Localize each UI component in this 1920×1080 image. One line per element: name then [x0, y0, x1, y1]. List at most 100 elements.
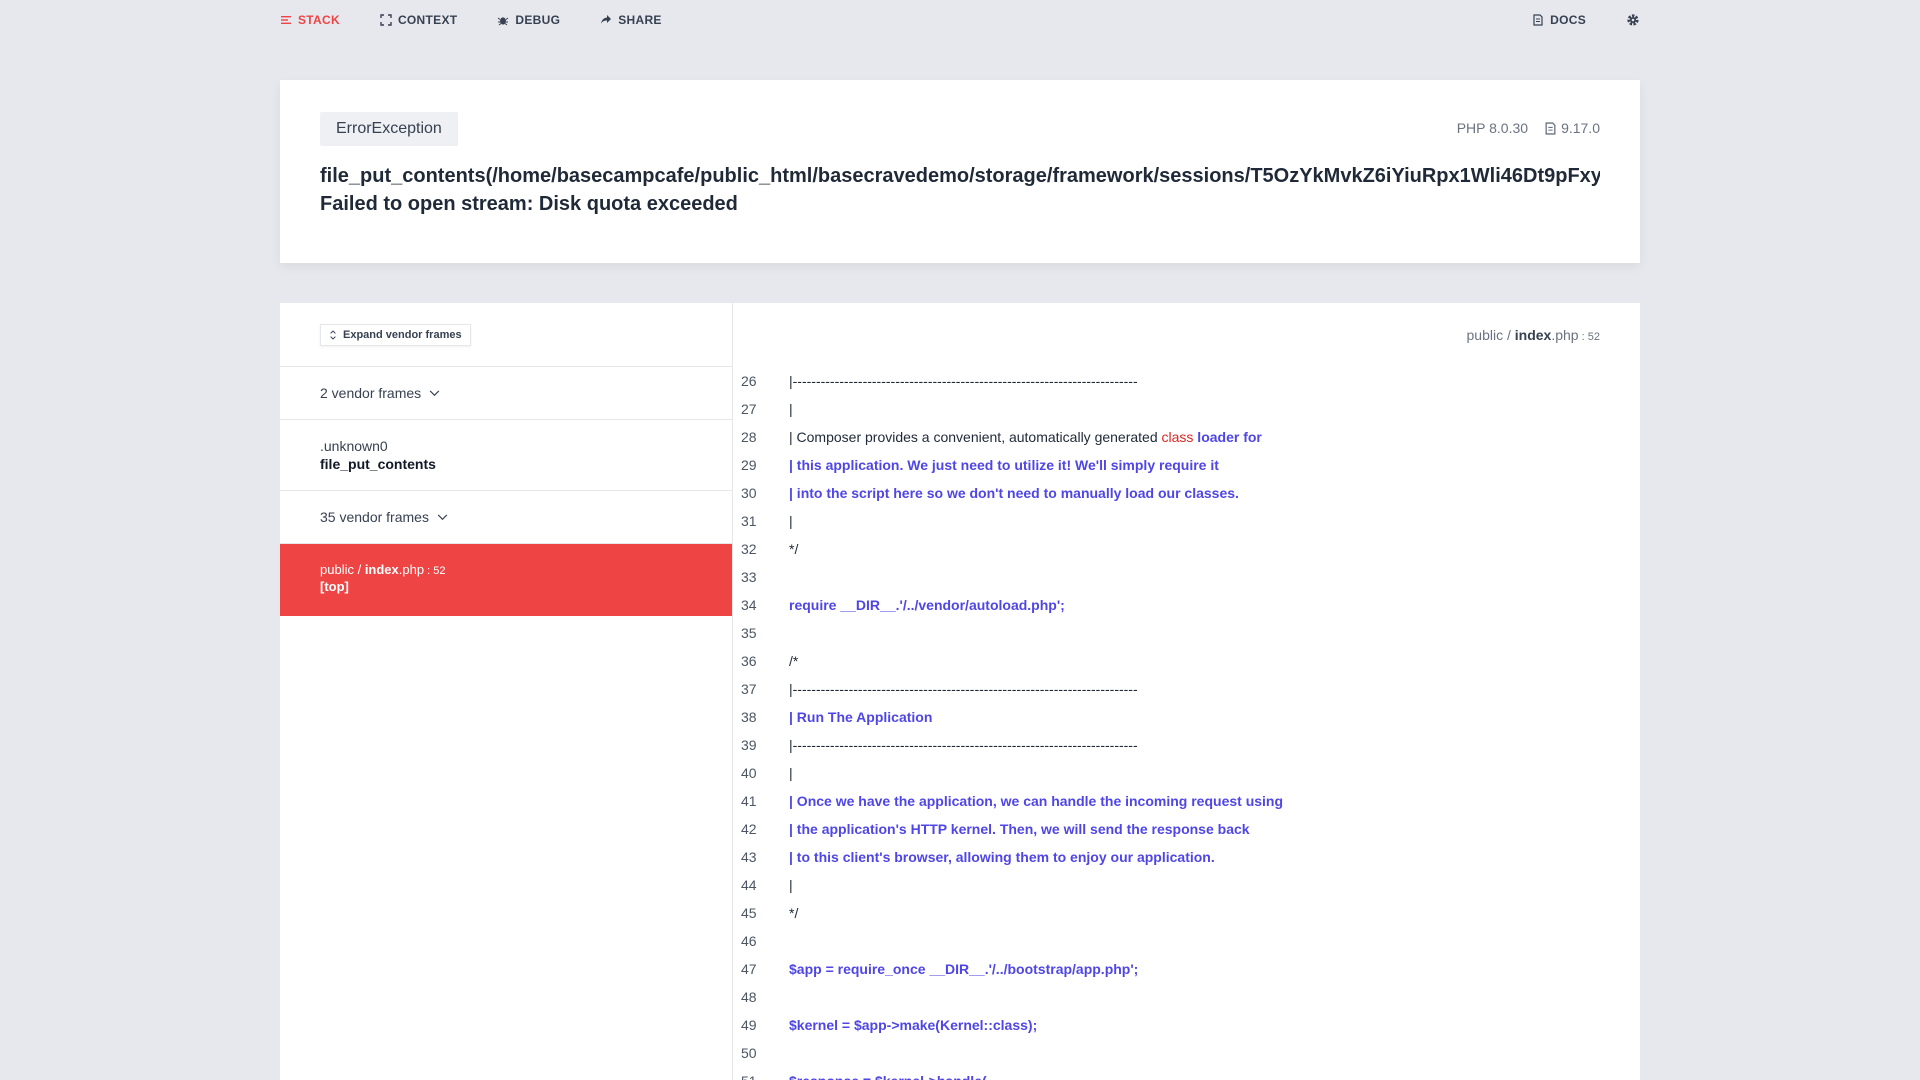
line-content: |---------------------------------------… [789, 373, 1138, 389]
line-content: $response = $kernel->handle( [789, 1073, 987, 1080]
bug-icon [498, 17, 509, 26]
code-line: 49 $kernel = $app->make(Kernel::class); [733, 1011, 1640, 1039]
nav-context-tab[interactable]: CONTEXT [380, 13, 457, 27]
line-content: /* [789, 653, 799, 669]
code-file-path[interactable]: public / index.php : 52 [1467, 327, 1600, 343]
line-content-tail: loader for [1193, 429, 1262, 445]
line-content: | [789, 513, 793, 529]
code-line: 32 */ [733, 535, 1640, 563]
code-line: 47 $app = require_once __DIR__.'/../boots… [733, 955, 1640, 983]
line-number: 42 [741, 821, 757, 837]
vendor-frames-group-1-label: 2 vendor frames [320, 385, 422, 401]
frame-class: .unknown0 [320, 438, 388, 454]
line-content: | Run The Application [789, 709, 933, 725]
vendor-frames-group-2-label: 35 vendor frames [320, 509, 429, 525]
expand-vendor-frames-button[interactable]: Expand vendor frames [320, 323, 471, 346]
line-content: |---------------------------------------… [789, 681, 1138, 697]
vendor-frames-group-1[interactable]: 2 vendor frames [280, 367, 732, 420]
line-number: 35 [741, 625, 757, 641]
settings-button[interactable] [1626, 13, 1640, 27]
share-icon [601, 15, 612, 24]
frames-toolbar: Expand vendor frames [280, 303, 732, 367]
line-content: | Once we have the application, we can h… [789, 793, 1284, 809]
code-line: 30 | into the script here so we don't nee… [733, 479, 1640, 507]
nav-stack-tab[interactable]: STACK [280, 13, 340, 27]
code-file-line: : 52 [1578, 331, 1600, 343]
code-line: 39 |-------------------------------------… [733, 731, 1640, 759]
nav-debug-tab[interactable]: DEBUG [497, 13, 560, 27]
line-content: | [789, 877, 793, 893]
version-info: PHP 8.0.30 9.17.0 [1457, 120, 1600, 136]
code-line: 48 [733, 983, 1640, 1011]
nav-docs-label: DOCS [1550, 13, 1586, 27]
code-line: 26 |-------------------------------------… [733, 367, 1640, 395]
code-line: 36 /* [733, 647, 1640, 675]
nav-docs-link[interactable]: DOCS [1532, 13, 1586, 27]
line-content: require __DIR__.'/../vendor/autoload.php… [789, 597, 1065, 613]
line-number: 37 [741, 681, 757, 697]
frame-function: file_put_contents [320, 456, 436, 472]
line-content: */ [789, 905, 799, 921]
line-number: 39 [741, 737, 757, 753]
error-message: file_put_contents(/home/basecampcafe/pub… [320, 162, 1600, 218]
error-summary-card: ErrorException PHP 8.0.30 9.17.0 file_pu… [280, 80, 1640, 263]
line-number: 30 [741, 485, 757, 501]
chevron-down-icon [437, 513, 448, 520]
line-number: 28 [741, 429, 757, 445]
flame-icon [1545, 121, 1556, 135]
line-number: 27 [741, 401, 757, 417]
stack-frame-unknown[interactable]: .unknown0 file_put_contents [280, 420, 732, 491]
line-content: | Composer provides a convenient, automa… [789, 429, 1162, 445]
ignition-docs-icon [1533, 14, 1543, 26]
stack-trace-panel: Expand vendor frames 2 vendor frames .un… [280, 303, 1640, 1080]
selected-frame-line: : 52 [424, 565, 446, 577]
line-content: | [789, 401, 793, 417]
line-content: |---------------------------------------… [789, 737, 1138, 753]
chevron-down-icon [429, 389, 440, 396]
selected-frame-ext: .php [398, 562, 425, 577]
code-line: 31 | [733, 507, 1640, 535]
code-line: 27 | [733, 395, 1640, 423]
code-line: 35 [733, 619, 1640, 647]
code-file-ext: .php [1551, 327, 1579, 343]
code-line: 28 | Composer provides a convenient, auto… [733, 423, 1640, 451]
line-content: | [789, 765, 793, 781]
code-line: 42 | the application's HTTP kernel. Then,… [733, 815, 1640, 843]
line-number: 41 [741, 793, 757, 809]
error-message-line-1: file_put_contents(/home/basecampcafe/pub… [320, 165, 1600, 187]
line-content: | the application's HTTP kernel. Then, w… [789, 821, 1250, 837]
line-number: 36 [741, 653, 757, 669]
line-number: 49 [741, 1017, 757, 1033]
line-number: 45 [741, 905, 757, 921]
stack-frames-list: Expand vendor frames 2 vendor frames .un… [280, 303, 733, 1080]
line-number: 44 [741, 877, 757, 893]
line-number: 32 [741, 541, 757, 557]
code-snippet-panel: public / index.php : 52 26 |-------------… [733, 303, 1640, 1080]
line-content: $kernel = $app->make(Kernel::class); [789, 1017, 1038, 1033]
line-number: 38 [741, 709, 757, 725]
line-number: 34 [741, 597, 757, 613]
line-number: 31 [741, 513, 757, 529]
code-file-dir: public / [1466, 327, 1515, 343]
code-line: 41 | Once we have the application, we can… [733, 787, 1640, 815]
stack-frame-selected[interactable]: public / index.php : 52 [top] [280, 544, 732, 616]
vendor-frames-group-2[interactable]: 35 vendor frames [280, 491, 732, 544]
code-file-name: index [1514, 327, 1552, 343]
code-line: 43 | to this client's browser, allowing t… [733, 843, 1640, 871]
line-number: 29 [741, 457, 757, 473]
chevron-up-down-icon [330, 329, 336, 340]
top-navigation: STACK CONTEXT DEBUG SHARE DOCS [280, 0, 1640, 40]
line-number: 47 [741, 961, 757, 977]
nav-context-label: CONTEXT [397, 13, 458, 27]
line-number: 33 [741, 569, 757, 585]
code-line: 45 */ [733, 899, 1640, 927]
selected-frame-file: index [364, 562, 399, 577]
ignition-version-label: 9.17.0 [1561, 120, 1600, 136]
php-version: PHP 8.0.30 [1456, 120, 1529, 136]
code-line: 46 [733, 927, 1640, 955]
nav-share-tab[interactable]: SHARE [600, 13, 662, 27]
error-message-line-2: Failed to open stream: Disk quota exceed… [320, 193, 738, 215]
code-file-header: public / index.php : 52 [733, 303, 1640, 367]
code-line: 34 require __DIR__.'/../vendor/autoload.p… [733, 591, 1640, 619]
line-number: 50 [741, 1045, 757, 1061]
